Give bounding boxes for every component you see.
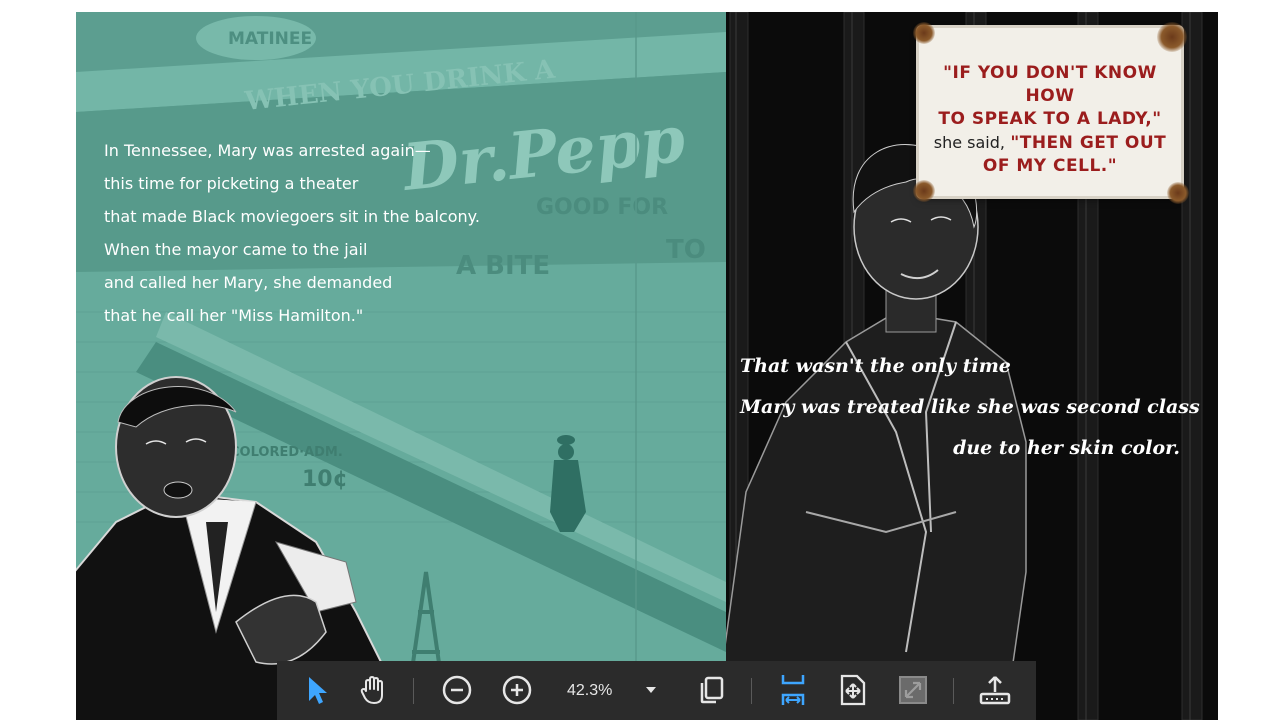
viewer-toolbar: 42.3%	[277, 661, 1036, 720]
left-text-line: this time for picketing a theater	[104, 174, 359, 193]
fit-page-button[interactable]	[832, 669, 874, 711]
fit-page-icon	[840, 674, 866, 706]
photo-sign-good-for: GOOD FOR	[536, 195, 668, 220]
right-page-text: That wasn't the only time Mary was treat…	[740, 346, 1210, 469]
sign-quote-line: OF MY CELL."	[982, 156, 1118, 176]
zoom-level-dropdown[interactable]: 42.3%	[559, 676, 667, 706]
right-text-line: Mary was treated like she was second cla…	[740, 396, 1200, 418]
share-button[interactable]	[974, 669, 1016, 711]
sign-quote-line: TO SPEAK TO A LADY,"	[938, 109, 1162, 129]
sign-quote-line: "IF YOU DON'T KNOW HOW	[943, 63, 1157, 106]
share-upload-icon	[979, 676, 1011, 705]
right-text-line: That wasn't the only time	[740, 355, 1011, 377]
left-text-line: and called her Mary, she demanded	[104, 273, 393, 292]
hand-icon	[360, 676, 383, 704]
copy-pages-icon	[700, 676, 724, 704]
expand-icon	[899, 676, 927, 704]
minus-circle-icon	[442, 675, 472, 705]
quote-sign: "IF YOU DON'T KNOW HOW TO SPEAK TO A LAD…	[913, 22, 1189, 204]
zoom-value: 42.3%	[567, 682, 613, 699]
photo-sign-to: TO	[666, 235, 706, 265]
page-spread: MATINEE WHEN YOU DRINK A Dr.Pepp GOOD FO…	[76, 12, 1218, 720]
left-text-line: In Tennessee, Mary was arrested again—	[104, 141, 431, 160]
left-text-line: that made Black moviegoers sit in the ba…	[104, 207, 480, 226]
page-display-button[interactable]	[690, 669, 732, 711]
rust-spot	[913, 22, 935, 44]
toolbar-divider	[953, 678, 954, 704]
fit-width-button[interactable]	[772, 669, 814, 711]
fit-width-icon	[781, 675, 805, 705]
document-viewer: MATINEE WHEN YOU DRINK A Dr.Pepp GOOD FO…	[0, 0, 1280, 720]
rust-spot	[1157, 22, 1187, 52]
toolbar-divider	[751, 678, 752, 704]
select-tool-button[interactable]	[296, 669, 338, 711]
left-text-line: When the mayor came to the jail	[104, 240, 368, 259]
plus-circle-icon	[502, 675, 532, 705]
chevron-down-icon	[646, 687, 656, 693]
right-text-line: due to her skin color.	[953, 437, 1180, 459]
pan-tool-button[interactable]	[352, 669, 394, 711]
left-page-text: In Tennessee, Mary was arrested again— t…	[104, 134, 524, 332]
sign-text: "IF YOU DON'T KNOW HOW TO SPEAK TO A LAD…	[919, 62, 1181, 178]
sign-quote-part: "THEN GET OUT	[1010, 133, 1167, 153]
zoom-out-button[interactable]	[436, 669, 478, 711]
photo-sign-matinee: MATINEE	[228, 29, 312, 49]
zoom-in-button[interactable]	[496, 669, 538, 711]
toolbar-divider	[413, 678, 414, 704]
rust-spot	[913, 180, 935, 202]
left-text-line: that he call her "Miss Hamilton."	[104, 306, 364, 325]
full-screen-button[interactable]	[892, 669, 934, 711]
rust-spot	[1167, 182, 1189, 204]
arrow-pointer-icon	[309, 677, 327, 704]
sign-quote-line: she said, "THEN GET OUT	[919, 131, 1181, 155]
sign-said: she said,	[933, 133, 1005, 152]
